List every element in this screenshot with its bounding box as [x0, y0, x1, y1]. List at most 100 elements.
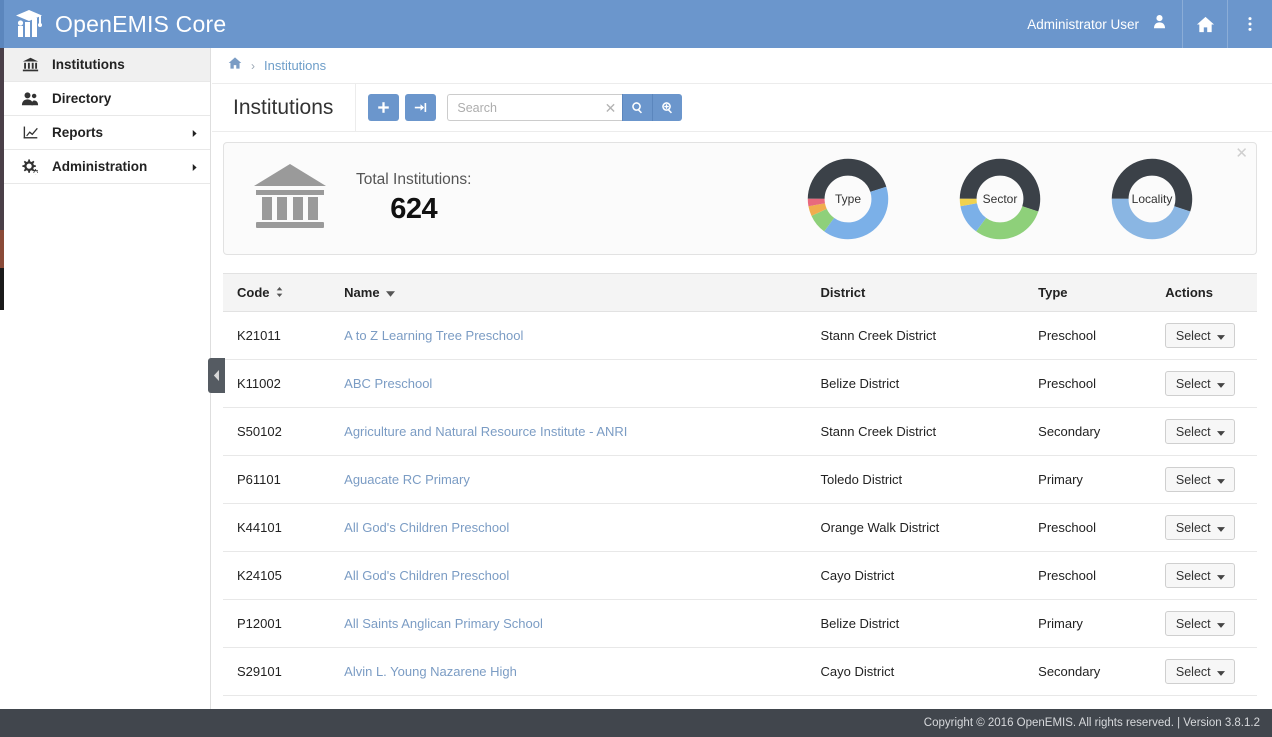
app-footer: Copyright © 2016 OpenEMIS. All rights re… [0, 709, 1272, 737]
donut-chart-sector[interactable]: Sector [958, 157, 1042, 241]
cell-name: A to Z Learning Tree Preschool [344, 312, 820, 360]
column-header-district[interactable]: District [821, 274, 1039, 312]
sidebar-item-institutions[interactable]: Institutions [4, 48, 210, 82]
institutions-table-wrap: Code Name [223, 273, 1257, 696]
donut-chart-locality[interactable]: Locality [1110, 157, 1194, 241]
cell-code: P61101 [223, 456, 344, 504]
total-institutions-block: Total Institutions: 624 [356, 171, 471, 226]
institution-link[interactable]: Alvin L. Young Nazarene High [344, 664, 517, 679]
column-header-code[interactable]: Code [223, 274, 344, 312]
select-label: Select [1176, 521, 1211, 535]
institution-link[interactable]: Aguacate RC Primary [344, 472, 470, 487]
home-icon[interactable] [228, 56, 242, 75]
cell-name: All God's Children Preschool [344, 504, 820, 552]
left-accent-strip [0, 0, 4, 737]
column-header-name[interactable]: Name [344, 274, 820, 312]
column-label: Code [237, 285, 270, 300]
cell-type: Primary [1038, 600, 1165, 648]
select-button[interactable]: Select [1165, 419, 1235, 444]
select-label: Select [1176, 665, 1211, 679]
sidebar-collapse-handle[interactable] [208, 358, 225, 393]
donut-chart-type[interactable]: Type [806, 157, 890, 241]
institution-link[interactable]: All Saints Anglican Primary School [344, 616, 543, 631]
gears-icon [20, 157, 40, 177]
total-institutions-label: Total Institutions: [356, 171, 471, 189]
sidebar-item-reports[interactable]: Reports [4, 116, 210, 150]
user-icon [1151, 13, 1168, 35]
add-button[interactable] [368, 94, 399, 121]
page-toolbar: Institutions ✕ [212, 84, 1272, 132]
cell-code: K24105 [223, 552, 344, 600]
column-label: Type [1038, 285, 1067, 300]
search-group: ✕ [447, 94, 682, 121]
cell-district: Orange Walk District [821, 504, 1039, 552]
cell-code: K11002 [223, 360, 344, 408]
cell-type: Secondary [1038, 648, 1165, 696]
cell-district: Toledo District [821, 456, 1039, 504]
table-row: S29101Alvin L. Young Nazarene HighCayo D… [223, 648, 1257, 696]
select-label: Select [1176, 617, 1211, 631]
chevron-right-icon [191, 124, 198, 142]
cell-district: Cayo District [821, 552, 1039, 600]
table-row: P12001All Saints Anglican Primary School… [223, 600, 1257, 648]
sidebar-item-label: Administration [52, 159, 147, 174]
home-button[interactable] [1183, 0, 1227, 48]
select-button[interactable]: Select [1165, 515, 1235, 540]
chevron-down-icon [1217, 617, 1225, 631]
sort-both-icon [276, 285, 283, 300]
cell-type: Preschool [1038, 360, 1165, 408]
import-button[interactable] [405, 94, 436, 121]
institution-link[interactable]: All God's Children Preschool [344, 568, 509, 583]
institution-link[interactable]: ABC Preschool [344, 376, 432, 391]
select-button[interactable]: Select [1165, 563, 1235, 588]
cell-name: All God's Children Preschool [344, 552, 820, 600]
select-label: Select [1176, 329, 1211, 343]
select-label: Select [1176, 473, 1211, 487]
search-button[interactable] [622, 94, 652, 121]
institutions-table: Code Name [223, 273, 1257, 696]
cell-code: K21011 [223, 312, 344, 360]
select-button[interactable]: Select [1165, 371, 1235, 396]
cell-type: Preschool [1038, 312, 1165, 360]
table-row: K11002ABC Preschool Belize DistrictPresch… [223, 360, 1257, 408]
select-button[interactable]: Select [1165, 467, 1235, 492]
chevron-down-icon [1217, 665, 1225, 679]
bank-icon [20, 55, 40, 75]
sidebar-item-label: Institutions [52, 57, 125, 72]
select-button[interactable]: Select [1165, 659, 1235, 684]
sidebar-item-label: Reports [52, 125, 103, 140]
institution-link[interactable]: All God's Children Preschool [344, 520, 509, 535]
select-button[interactable]: Select [1165, 611, 1235, 636]
toolbar-actions: ✕ [356, 94, 682, 121]
cell-code: K44101 [223, 504, 344, 552]
cell-type: Secondary [1038, 408, 1165, 456]
advanced-search-button[interactable] [652, 94, 682, 121]
cell-name: Alvin L. Young Nazarene High [344, 648, 820, 696]
sidebar-item-directory[interactable]: Directory [4, 82, 210, 116]
column-header-actions: Actions [1165, 274, 1257, 312]
cell-actions: Select [1165, 552, 1257, 600]
page-title: Institutions [217, 96, 355, 120]
cell-actions: Select [1165, 408, 1257, 456]
user-menu[interactable]: Administrator User [1027, 0, 1182, 48]
sidebar: Institutions Directory Reports [4, 48, 211, 709]
column-header-type[interactable]: Type [1038, 274, 1165, 312]
close-x-icon[interactable]: ✕ [1235, 146, 1248, 161]
breadcrumb-separator: › [251, 59, 255, 73]
cell-district: Belize District [821, 360, 1039, 408]
search-input[interactable] [447, 94, 622, 121]
sidebar-item-administration[interactable]: Administration [4, 150, 210, 184]
breadcrumb-item-institutions[interactable]: Institutions [264, 58, 326, 73]
brand[interactable]: OpenEMIS Core [0, 7, 226, 41]
people-icon [20, 89, 40, 109]
chevron-down-icon [1217, 569, 1225, 583]
kebab-menu-button[interactable] [1228, 0, 1272, 48]
clear-x-icon[interactable]: ✕ [605, 101, 617, 115]
institution-link[interactable]: A to Z Learning Tree Preschool [344, 328, 523, 343]
select-label: Select [1176, 377, 1211, 391]
footer-copyright: Copyright © 2016 OpenEMIS. All rights re… [924, 717, 1260, 729]
header-right-group: Administrator User [1027, 0, 1272, 48]
select-button[interactable]: Select [1165, 323, 1235, 348]
institution-link[interactable]: Agriculture and Natural Resource Institu… [344, 424, 627, 439]
column-label: Name [344, 285, 379, 300]
